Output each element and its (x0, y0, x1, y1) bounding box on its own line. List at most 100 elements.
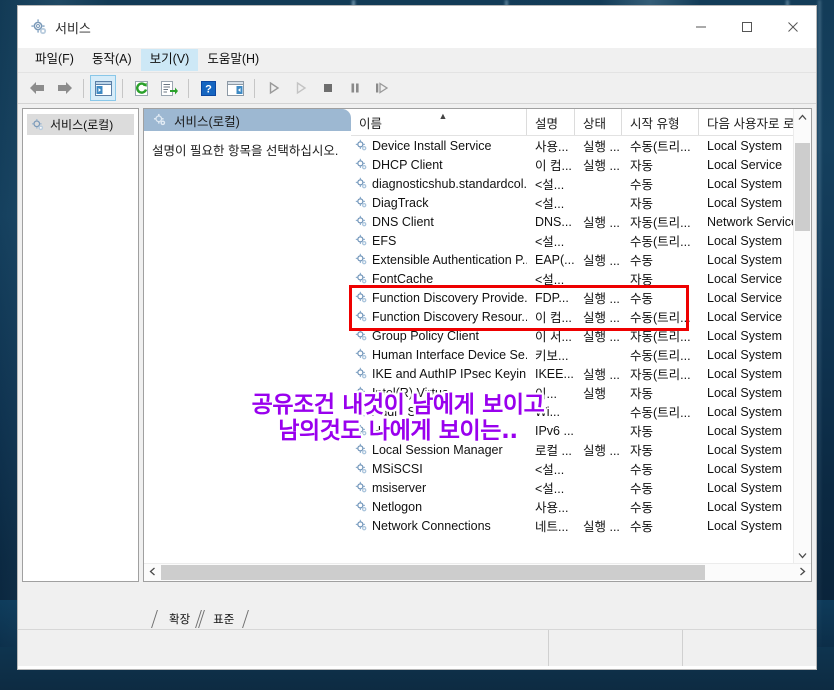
menu-item-help[interactable]: 도움말(H) (198, 49, 268, 71)
cell-desc: Wi... (535, 404, 560, 419)
service-gear-icon (355, 519, 368, 532)
column-header-startup[interactable]: 시작 유형 (622, 109, 699, 135)
table-row[interactable]: IKE and AuthIP IPsec Keyin... IKEE... 실행 .… (351, 364, 811, 383)
service-name-label: Extensible Authentication P... (372, 252, 527, 267)
scroll-down-arrow-icon[interactable] (794, 547, 811, 564)
cell-desc: <설... (535, 235, 565, 249)
cell-desc: 로컬 ... (535, 444, 572, 458)
table-row[interactable]: EFS <설... 수동(트리... Local System (351, 231, 811, 250)
table-row[interactable]: DiagTrack <설... 자동 Local System (351, 193, 811, 212)
table-row[interactable]: Local Session Manager 로컬 ... 실행 ... 자동 Local… (351, 440, 811, 459)
cell-name: DiagTrack (351, 196, 527, 210)
results-pane: 서비스(로컬) 설명이 필요한 항목을 선택하십시오. 이름 ▲ 설명 상태 시작 유형… (143, 108, 812, 582)
service-gear-icon (355, 196, 368, 209)
column-header-label: 시작 유형 (630, 116, 680, 131)
cell-desc: <설... (535, 273, 565, 287)
service-name-label: Human Interface Device Se... (372, 347, 527, 362)
table-row[interactable]: MSiSCSI <설... 수동 Local System (351, 459, 811, 478)
tab-extended[interactable]: 확장 (151, 610, 206, 629)
show-hide-tree-icon[interactable] (90, 75, 116, 101)
list-column-headers: 이름 ▲ 설명 상태 시작 유형 다음 사용자로 로 (351, 109, 811, 136)
cell-status: 실행 ... (583, 311, 620, 325)
table-row[interactable]: Function Discovery Resour... 이 컴... 실행 ...… (351, 307, 811, 326)
scroll-left-arrow-icon[interactable] (144, 567, 161, 578)
stop-service-icon[interactable] (315, 75, 341, 101)
cell-desc: 사용... (535, 501, 569, 515)
cell-startup: 수동 (630, 520, 654, 534)
table-row[interactable]: Helper IPv6 ... 자동 Local System (351, 421, 811, 440)
cell-desc: <설... (535, 178, 565, 192)
start-service-icon[interactable] (261, 75, 287, 101)
table-row[interactable]: Group Policy Client 이 서... 실행 ... 자동(트리... L… (351, 326, 811, 345)
minimize-button[interactable] (678, 6, 724, 48)
table-row[interactable]: DNS Client DNS... 실행 ... 자동(트리... Network Se… (351, 212, 811, 231)
cell-startup: 수동 (630, 501, 654, 515)
menu-item-action[interactable]: 동작(A) (83, 49, 141, 71)
resume-service-icon[interactable] (288, 75, 314, 101)
service-gear-icon (355, 310, 368, 323)
table-row[interactable]: Intel(R) Virtua... 이... 실행 자동 Local System (351, 383, 811, 402)
scroll-right-arrow-icon[interactable] (794, 567, 811, 578)
cell-name: Function Discovery Provide... (351, 291, 527, 305)
cell-name: Group Policy Client (351, 329, 527, 343)
column-header-label: 상태 (583, 116, 607, 131)
cell-startup: 자동 (630, 387, 654, 401)
cell-startup: 수동 (630, 178, 654, 192)
table-row[interactable]: DHCP Client 이 컴... 실행 ... 자동 Local Service (351, 155, 811, 174)
forward-arrow-icon[interactable] (51, 75, 77, 101)
help-icon[interactable]: ? (195, 75, 221, 101)
column-header-name[interactable]: 이름 ▲ (351, 109, 527, 135)
table-row[interactable]: Audio S... Wi... 수동(트리... Local System (351, 402, 811, 421)
service-name-label: DiagTrack (372, 195, 429, 210)
status-bar-segment-main (18, 630, 549, 666)
table-row[interactable]: Network Connections 네트... 실행 ... 수동 Local Sy… (351, 516, 811, 535)
column-header-label: 이름 (359, 116, 383, 131)
cell-status: 실행 ... (583, 368, 620, 382)
table-row[interactable]: Device Install Service 사용... 실행 ... 수동(트리..… (351, 136, 811, 155)
pause-service-icon[interactable] (342, 75, 368, 101)
horizontal-scrollbar-thumb[interactable] (161, 565, 706, 580)
horizontal-scrollbar-track[interactable] (161, 565, 794, 580)
export-list-icon[interactable] (156, 75, 182, 101)
toolbar-separator (83, 78, 84, 98)
table-row[interactable]: Netlogon 사용... 수동 Local System (351, 497, 811, 516)
tab-standard[interactable]: 표준 (195, 610, 250, 629)
table-row[interactable]: msiserver <설... 수동 Local System (351, 478, 811, 497)
scroll-up-arrow-icon[interactable] (794, 109, 811, 126)
close-button[interactable] (770, 6, 816, 48)
maximize-button[interactable] (724, 6, 770, 48)
title-bar: 서비스 (18, 6, 816, 48)
toolbar-separator (254, 78, 255, 98)
back-arrow-icon[interactable] (24, 75, 50, 101)
cell-desc: 사용... (535, 140, 569, 154)
table-row[interactable]: Function Discovery Provide... FDP... 실행 ..… (351, 288, 811, 307)
table-row[interactable]: Extensible Authentication P... EAP(... 실행 … (351, 250, 811, 269)
menu-item-view[interactable]: 보기(V) (140, 49, 199, 71)
tree-item-services-local[interactable]: 서비스(로컬) (27, 114, 134, 135)
cell-startup: 수동 (630, 482, 654, 496)
service-gear-icon (355, 272, 368, 285)
column-header-status[interactable]: 상태 (575, 109, 622, 135)
column-header-desc[interactable]: 설명 (527, 109, 575, 135)
menu-item-file[interactable]: 파일(F) (26, 49, 83, 71)
detail-panel-message: 설명이 필요한 항목을 선택하십시오. (152, 144, 339, 158)
horizontal-scrollbar[interactable] (144, 563, 811, 581)
svg-text:?: ? (205, 83, 212, 95)
cell-name: MSiSCSI (351, 462, 527, 476)
wallpaper-streak (818, 0, 821, 647)
service-gear-icon (355, 500, 368, 513)
cell-desc: DNS... (535, 214, 572, 229)
refresh-icon[interactable] (129, 75, 155, 101)
table-row[interactable]: FontCache <설... 자동 Local Service (351, 269, 811, 288)
vertical-scrollbar-thumb[interactable] (795, 143, 810, 231)
cell-startup: 수동(트리... (630, 349, 691, 363)
table-row[interactable]: Human Interface Device Se... 키보... 수동(트리..… (351, 345, 811, 364)
tab-label: 표준 (213, 614, 235, 626)
restart-service-icon[interactable] (369, 75, 395, 101)
cell-name: EFS (351, 234, 527, 248)
vertical-scrollbar[interactable] (793, 109, 811, 564)
cell-desc: FDP... (535, 290, 569, 305)
table-row[interactable]: diagnosticshub.standardcol... <설... 수동 Loca… (351, 174, 811, 193)
cell-name: DNS Client (351, 215, 527, 229)
properties-icon[interactable] (222, 75, 248, 101)
